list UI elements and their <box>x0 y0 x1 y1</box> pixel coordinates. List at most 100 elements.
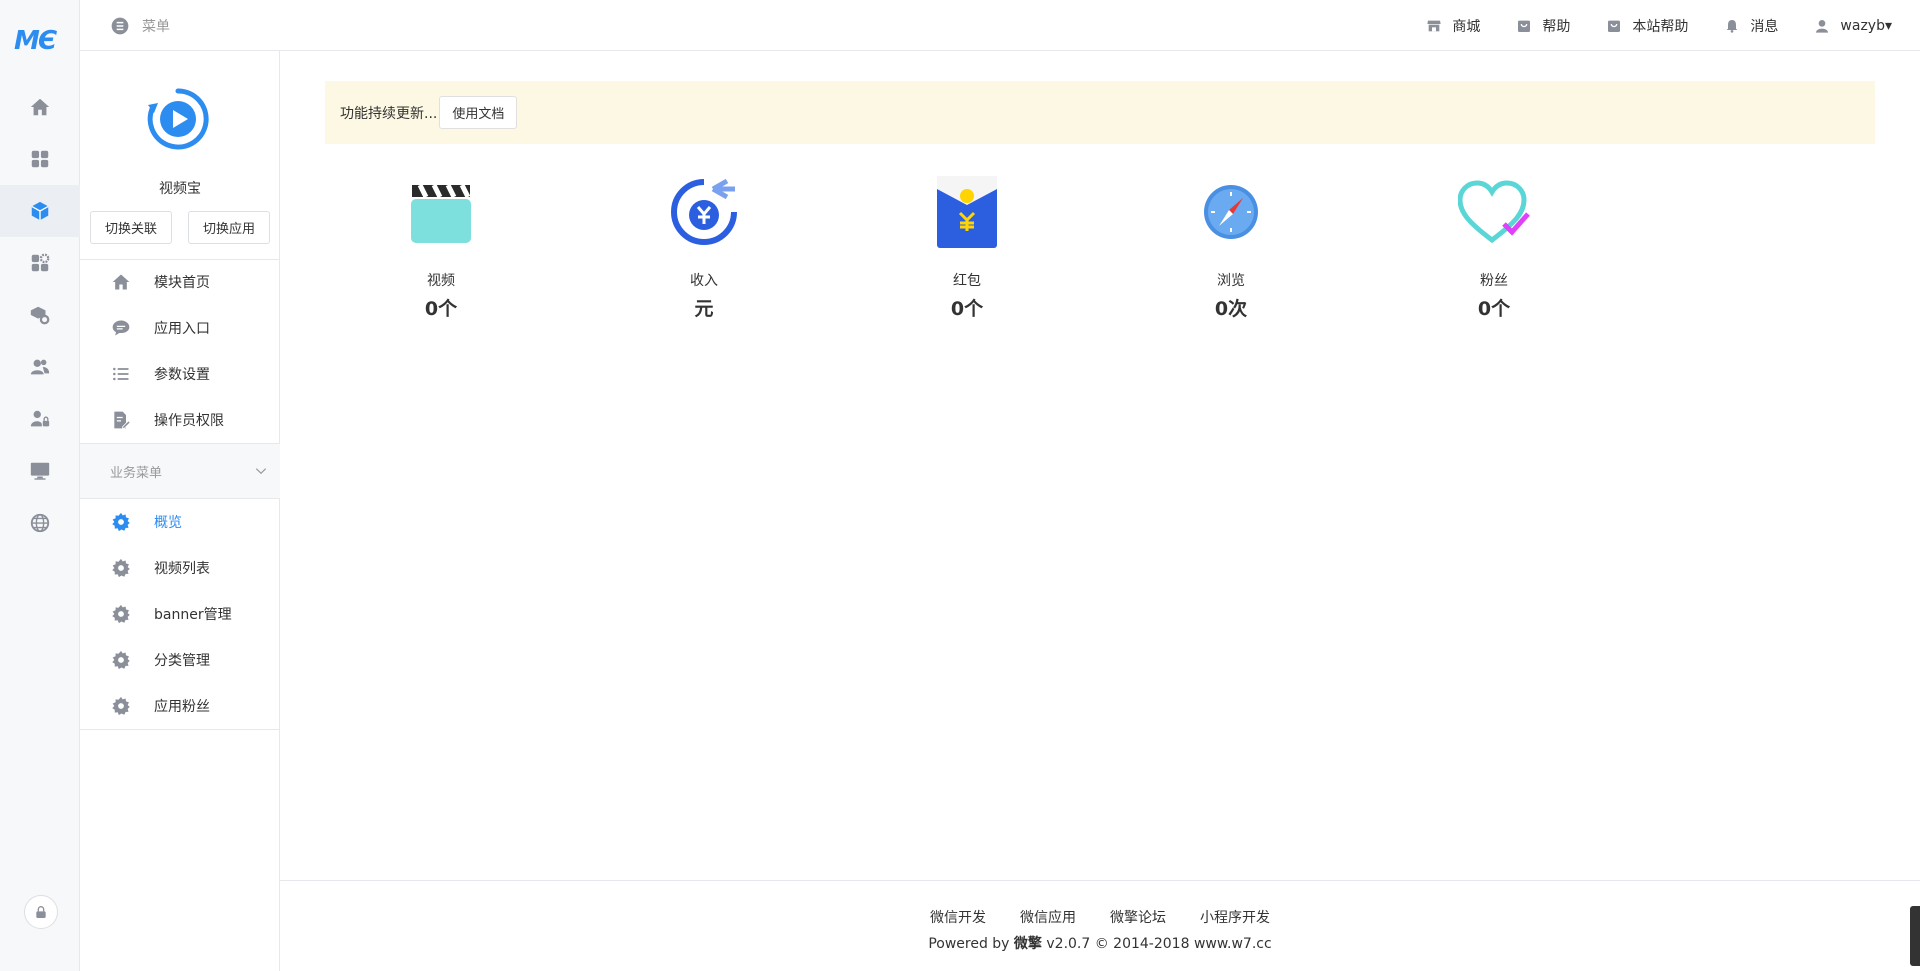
gear-icon <box>112 650 130 670</box>
switch-buttons: 切换关联 切换应用 <box>90 211 270 244</box>
stat-value: 0个 <box>424 298 458 320</box>
users-icon <box>30 359 50 375</box>
side-scroll-handle[interactable] <box>1910 906 1920 966</box>
list-icon <box>113 367 129 381</box>
globe-icon <box>30 513 50 533</box>
menu-item-label: 参数设置 <box>154 367 210 383</box>
switch-link-button[interactable]: 切换关联 <box>90 211 172 244</box>
business-menu-header[interactable]: 业务菜单 <box>80 443 280 499</box>
site-help-icon <box>1608 20 1621 32</box>
stat-label: 浏览 <box>1217 273 1245 289</box>
rail-users[interactable] <box>0 341 80 393</box>
rail-home[interactable] <box>0 81 80 133</box>
powered-prefix: Powered by <box>928 936 1014 952</box>
footer-link-forum[interactable]: 微擎论坛 <box>1110 907 1166 927</box>
icon-rail: MЄ <box>0 0 80 971</box>
menu-item-label: 模块首页 <box>154 275 210 291</box>
app-name: 视频宝 <box>159 181 201 197</box>
clapperboard-icon <box>411 183 471 243</box>
monitor-icon <box>30 462 50 480</box>
top-bar: 菜单 商城 帮助 本站帮助 消息 wazyb▾ <box>80 0 1920 51</box>
rail-permissions[interactable] <box>0 393 80 445</box>
lock-icon <box>36 906 46 918</box>
menu-toggle[interactable]: 菜单 <box>110 16 170 36</box>
menu-item-label: 分类管理 <box>154 653 210 669</box>
app-play-icon <box>147 88 209 150</box>
stat-value: 元 <box>694 298 714 320</box>
rail-monitor[interactable] <box>0 445 80 497</box>
rail-apps[interactable] <box>0 133 80 185</box>
rail-package[interactable] <box>0 289 80 341</box>
menu-item-overview[interactable]: 概览 <box>80 501 280 543</box>
divider <box>80 259 280 260</box>
top-link-label: 商城 <box>1452 18 1481 35</box>
stat-label: 红包 <box>953 273 981 289</box>
footer-links: 微信开发 微信应用 微擎论坛 小程序开发 <box>280 907 1920 927</box>
top-link-help[interactable]: 帮助 <box>1516 16 1570 36</box>
chat-icon <box>112 320 130 336</box>
logo-text: MЄ <box>14 26 57 56</box>
help-bag-icon <box>1518 20 1531 32</box>
menu-item-label: 操作员权限 <box>154 413 224 429</box>
stat-value: 0次 <box>1214 298 1248 320</box>
menu-item-banner[interactable]: banner管理 <box>80 593 280 635</box>
footer-link-wechat-app[interactable]: 微信应用 <box>1020 907 1076 927</box>
gear-icon <box>112 696 130 716</box>
menu-item-params[interactable]: 参数设置 <box>80 353 280 395</box>
menu-item-label: 应用粉丝 <box>154 699 210 715</box>
heart-check-icon <box>1458 180 1530 244</box>
footer: 微信开发 微信应用 微擎论坛 小程序开发 Powered by 微擎 v2.0.… <box>280 880 1920 971</box>
cube-icon <box>31 201 49 221</box>
top-links: 商城 帮助 本站帮助 消息 wazyb▾ <box>1390 0 1892 51</box>
store-icon <box>1427 20 1442 31</box>
menu-item-category[interactable]: 分类管理 <box>80 639 280 681</box>
gear-icon <box>112 558 130 578</box>
notice-bar: 功能持续更新... 使用文档 <box>325 81 1875 144</box>
apps-grid-icon <box>31 150 49 168</box>
footer-link-miniprogram[interactable]: 小程序开发 <box>1200 907 1270 927</box>
top-link-store[interactable]: 商城 <box>1426 16 1480 36</box>
copyright: Powered by 微擎 v2.0.7 © 2014-2018 www.w7.… <box>280 933 1920 953</box>
gear-grid-icon <box>31 253 50 272</box>
income-icon <box>671 178 737 245</box>
rail-settings[interactable] <box>0 237 80 289</box>
logo[interactable]: MЄ <box>14 26 66 56</box>
menu-item-module-home[interactable]: 模块首页 <box>80 261 280 303</box>
chevron-down-icon <box>255 468 267 475</box>
stat-views: 浏览 0次 <box>1171 172 1291 321</box>
menu-item-app-fans[interactable]: 应用粉丝 <box>80 685 280 727</box>
stat-label: 视频 <box>427 273 455 289</box>
top-link-user[interactable]: wazyb▾ <box>1814 18 1892 34</box>
user-lock-icon <box>30 410 50 427</box>
menu-item-label: banner管理 <box>154 607 232 623</box>
top-link-label: 本站帮助 <box>1632 18 1689 35</box>
stat-red-packet: 红包 0个 <box>907 172 1027 321</box>
rail-globe[interactable] <box>0 497 80 549</box>
switch-app-button[interactable]: 切换应用 <box>188 211 270 244</box>
stat-fans: 粉丝 0个 <box>1434 172 1554 321</box>
bell-icon <box>1727 19 1738 33</box>
stat-video: 视频 0个 <box>381 172 501 321</box>
module-sidebar: 视频宝 切换关联 切换应用 模块首页 应用入口 参数设置 操作员权限 业务菜单 … <box>80 51 280 971</box>
menu-item-operator-perm[interactable]: 操作员权限 <box>80 399 280 441</box>
menu-item-label: 视频列表 <box>154 561 210 577</box>
top-link-site-help[interactable]: 本站帮助 <box>1606 16 1688 36</box>
home-icon <box>112 274 130 290</box>
powered-suffix: v2.0.7 © 2014-2018 www.w7.cc <box>1041 936 1272 952</box>
doc-edit-icon <box>114 411 131 429</box>
footer-link-wechat-dev[interactable]: 微信开发 <box>930 907 986 927</box>
lock-button[interactable] <box>24 895 58 929</box>
menu-item-app-entry[interactable]: 应用入口 <box>80 307 280 349</box>
stat-label: 收入 <box>690 273 718 289</box>
doc-button[interactable]: 使用文档 <box>439 96 518 129</box>
compass-icon <box>1204 185 1258 239</box>
top-link-messages[interactable]: 消息 <box>1724 16 1778 36</box>
top-link-label: 消息 <box>1750 18 1779 35</box>
rail-modules[interactable] <box>0 185 80 237</box>
menu-item-label: 应用入口 <box>154 321 210 337</box>
menu-list-icon <box>111 17 129 35</box>
menu-label: 菜单 <box>142 19 170 35</box>
menu-item-video-list[interactable]: 视频列表 <box>80 547 280 589</box>
stat-value: 0个 <box>1477 298 1511 320</box>
red-packet-icon <box>937 176 997 248</box>
